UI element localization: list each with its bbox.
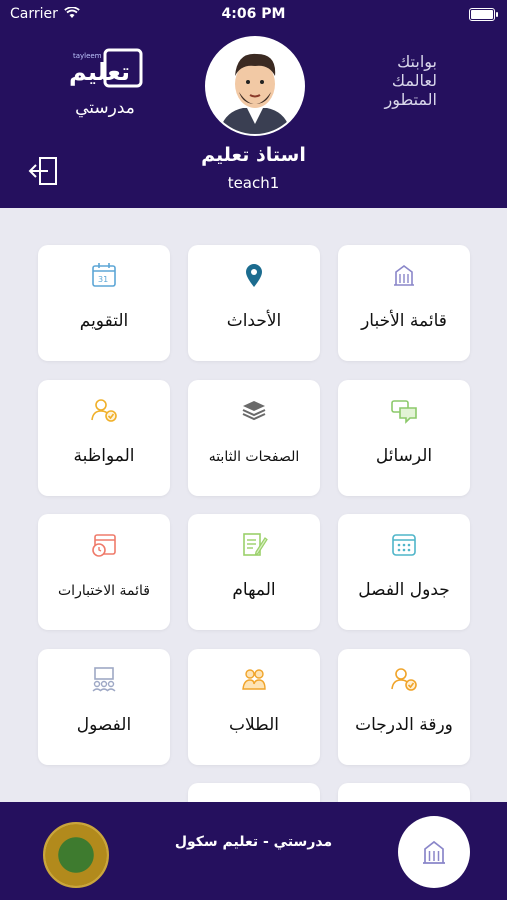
status-bar: Carrier 4:06 PM xyxy=(0,0,507,28)
user-login: teach1 xyxy=(227,174,280,192)
user-name: استاذ تعليم xyxy=(201,144,306,166)
profile-header: تعليم tayleem مدرستي بوابتك لعالمك المتط… xyxy=(0,28,507,208)
school-seal-icon xyxy=(43,822,109,888)
menu-card-news[interactable]: قائمة الأخبار xyxy=(338,245,470,361)
location-pin-icon xyxy=(246,264,262,287)
tasks-icon xyxy=(243,533,268,556)
tagline: بوابتك لعالمك المتطور xyxy=(384,52,437,109)
menu-card-label: جدول الفصل xyxy=(358,580,450,600)
svg-text:تعليم: تعليم xyxy=(69,58,130,86)
user-avatar[interactable] xyxy=(205,36,305,136)
menu-card-label: قائمة الاختبارات xyxy=(58,583,150,599)
calendar-icon: 31 xyxy=(92,263,116,287)
home-button[interactable] xyxy=(398,816,470,888)
menu-card-class-schedule[interactable]: جدول الفصل xyxy=(338,514,470,630)
school-building-icon xyxy=(423,840,445,864)
svg-text:tayleem: tayleem xyxy=(73,52,102,60)
menu-card-label: الأحداث xyxy=(226,311,282,331)
menu-card-classes[interactable]: الفصول xyxy=(38,649,170,765)
menu-card-label: الرسائل xyxy=(375,446,433,466)
chat-bubbles-icon xyxy=(391,400,417,424)
menu-card-label: الطلاب xyxy=(229,715,279,735)
layers-icon xyxy=(242,401,266,421)
battery-icon xyxy=(469,8,498,21)
menu-card-exams[interactable]: قائمة الاختبارات xyxy=(38,514,170,630)
menu-card-label: المهام xyxy=(232,580,276,600)
classroom-icon xyxy=(92,667,116,692)
menu-card-tasks[interactable]: المهام xyxy=(188,514,320,630)
menu-card-static-pages[interactable]: الصفحات الثابته xyxy=(188,380,320,496)
svg-text:31: 31 xyxy=(98,275,108,284)
menu-card-label: ورقة الدرجات xyxy=(355,715,453,735)
footer-bar: مدرستي - تعليم سكول xyxy=(0,802,507,900)
menu-card-grade-sheet[interactable]: ورقة الدرجات xyxy=(338,649,470,765)
menu-card-messages[interactable]: الرسائل xyxy=(338,380,470,496)
menu-card-calendar[interactable]: 31 التقويم xyxy=(38,245,170,361)
menu-card-label: الفصول xyxy=(76,715,132,735)
menu-card-label: المواظبة xyxy=(73,446,135,466)
menu-card-events[interactable]: الأحداث xyxy=(188,245,320,361)
menu-card-attendance[interactable]: المواظبة xyxy=(38,380,170,496)
schedule-icon xyxy=(392,534,416,556)
school-name: مدرستي - تعليم سكول xyxy=(174,834,333,850)
menu-card-students[interactable]: الطلاب xyxy=(188,649,320,765)
news-building-icon xyxy=(394,265,414,286)
menu-card-label: الصفحات الثابته xyxy=(208,449,300,465)
grades-icon xyxy=(391,668,417,691)
attendance-icon xyxy=(91,399,117,422)
students-icon xyxy=(242,669,266,690)
menu-card-label: التقويم xyxy=(79,311,129,331)
taalim-logo-icon: تعليم tayleem xyxy=(65,46,145,94)
clock: 4:06 PM xyxy=(221,6,286,22)
brand-subtitle: مدرستي xyxy=(75,98,135,118)
brand: تعليم tayleem مدرستي xyxy=(55,46,155,118)
exam-clock-icon xyxy=(92,534,116,557)
menu-card-label: قائمة الأخبار xyxy=(361,311,447,331)
